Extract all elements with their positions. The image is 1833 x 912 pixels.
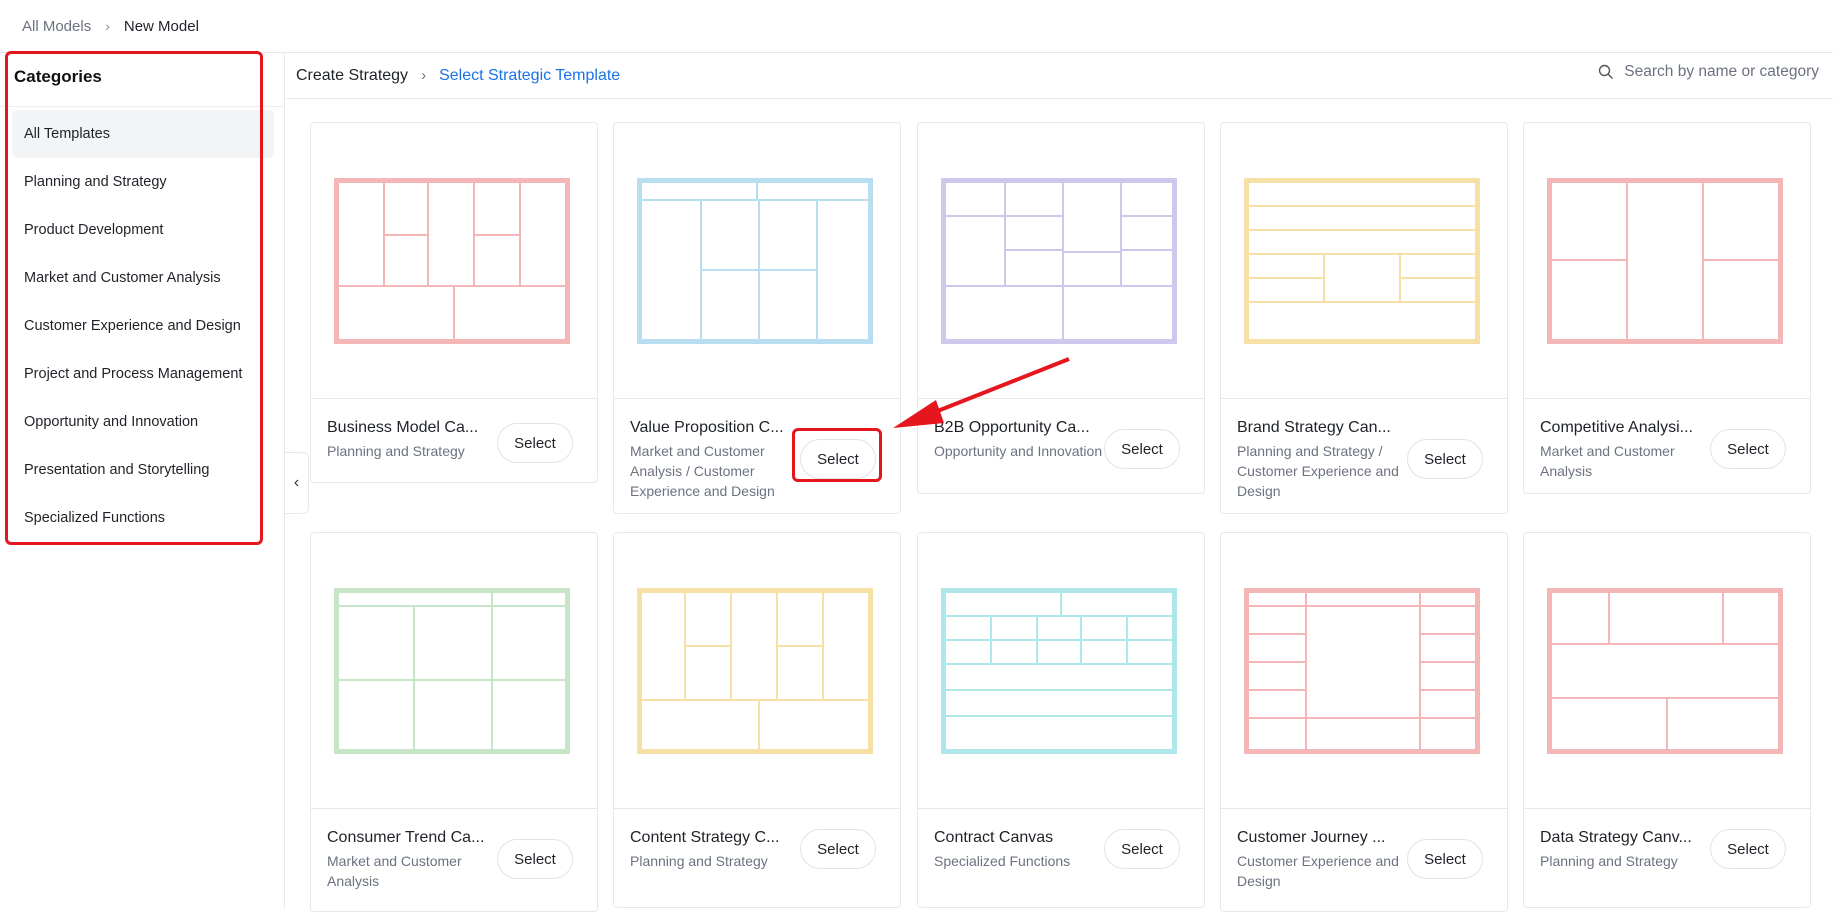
template-category: Opportunity and Innovation xyxy=(934,443,1103,459)
search-input[interactable]: Search by name or category xyxy=(1624,63,1819,81)
template-category: Market and Customer Analysis xyxy=(327,853,462,889)
template-name: Content Strategy C... xyxy=(630,829,780,846)
category-product-development[interactable]: Product Development xyxy=(12,206,274,254)
canvas-preview-image xyxy=(334,588,570,754)
select-button[interactable]: Select xyxy=(800,829,876,869)
select-button[interactable]: Select xyxy=(1104,429,1180,469)
breadcrumb-all-models[interactable]: All Models xyxy=(22,18,91,35)
template-category: Planning and Strategy xyxy=(630,853,768,869)
template-preview xyxy=(918,123,1204,399)
category-opportunity-and-innovation[interactable]: Opportunity and Innovation xyxy=(12,398,274,446)
categories-sidebar: Categories All Templates Planning and St… xyxy=(0,53,285,909)
step-select-template: Select Strategic Template xyxy=(439,66,621,84)
template-preview xyxy=(1524,123,1810,399)
canvas-preview-image xyxy=(637,588,873,754)
chevron-left-icon: ‹ xyxy=(293,474,300,491)
template-category: Planning and Strategy xyxy=(327,443,465,459)
select-button[interactable]: Select xyxy=(1710,429,1786,469)
template-category: Planning and Strategy xyxy=(1540,853,1678,869)
search-icon xyxy=(1599,64,1614,79)
template-name: Contract Canvas xyxy=(934,829,1054,846)
template-preview xyxy=(1221,123,1507,399)
category-planning-and-strategy[interactable]: Planning and Strategy xyxy=(12,158,274,206)
template-name: Data Strategy Canv... xyxy=(1540,829,1692,846)
select-button[interactable]: Select xyxy=(1710,829,1786,869)
template-category: Customer Experience and Design xyxy=(1237,853,1399,889)
canvas-preview-image xyxy=(941,588,1177,754)
template-card[interactable]: Competitive Analysi... Market and Custom… xyxy=(1523,122,1811,494)
canvas-preview-image xyxy=(334,178,570,344)
step-create-strategy[interactable]: Create Strategy xyxy=(296,67,408,85)
template-category: Market and Customer Analysis / Customer … xyxy=(630,443,775,499)
template-category: Planning and Strategy / Customer Experie… xyxy=(1237,443,1399,499)
category-customer-experience-and-design[interactable]: Customer Experience and Design xyxy=(12,302,274,350)
template-card[interactable]: Value Proposition C... Market and Custom… xyxy=(613,122,901,514)
template-card[interactable]: Contract Canvas Specialized Functions Se… xyxy=(917,532,1205,908)
select-button[interactable]: Select xyxy=(1407,439,1483,479)
canvas-preview-image xyxy=(1244,178,1480,344)
category-list: All Templates Planning and Strategy Prod… xyxy=(12,110,274,542)
chevron-right-icon: › xyxy=(421,67,427,84)
divider xyxy=(0,106,285,107)
category-all-templates[interactable]: All Templates xyxy=(12,110,274,158)
template-name: Competitive Analysi... xyxy=(1540,419,1693,436)
select-button[interactable]: Select xyxy=(1104,829,1180,869)
collapse-sidebar-button[interactable]: ‹ xyxy=(285,452,309,514)
template-preview xyxy=(311,533,597,809)
categories-title: Categories xyxy=(14,67,102,86)
search-box[interactable]: Search by name or category xyxy=(1598,63,1819,81)
template-name: Customer Journey ... xyxy=(1237,829,1386,846)
select-button[interactable]: Select xyxy=(497,839,573,879)
template-preview xyxy=(1221,533,1507,809)
category-specialized-functions[interactable]: Specialized Functions xyxy=(12,494,274,542)
canvas-preview-image xyxy=(637,178,873,344)
template-card[interactable]: Business Model Ca... Planning and Strate… xyxy=(310,122,598,483)
template-name: Business Model Ca... xyxy=(327,419,479,436)
chevron-right-icon: › xyxy=(105,18,110,34)
select-button[interactable]: Select xyxy=(1407,839,1483,879)
select-button[interactable]: Select xyxy=(800,439,876,479)
template-category: Market and Customer Analysis xyxy=(1540,443,1675,479)
canvas-preview-image xyxy=(1547,178,1783,344)
template-card[interactable]: Consumer Trend Ca... Market and Customer… xyxy=(310,532,598,912)
top-breadcrumb: All Models › New Model xyxy=(0,0,1833,53)
category-presentation-and-storytelling[interactable]: Presentation and Storytelling xyxy=(12,446,274,494)
template-name: B2B Opportunity Ca... xyxy=(934,419,1090,436)
template-card[interactable]: Customer Journey ... Customer Experience… xyxy=(1220,532,1508,912)
canvas-preview-image xyxy=(941,178,1177,344)
template-card[interactable]: B2B Opportunity Ca... Opportunity and In… xyxy=(917,122,1205,494)
main-header: Create Strategy › Select Strategic Templ… xyxy=(286,53,1833,99)
template-preview xyxy=(614,533,900,809)
template-name: Value Proposition C... xyxy=(630,419,784,436)
category-project-and-process-management[interactable]: Project and Process Management xyxy=(12,350,274,398)
template-name: Consumer Trend Ca... xyxy=(327,829,485,846)
select-button[interactable]: Select xyxy=(497,423,573,463)
template-preview xyxy=(614,123,900,399)
canvas-preview-image xyxy=(1244,588,1480,754)
template-category: Specialized Functions xyxy=(934,853,1071,869)
template-card[interactable]: Content Strategy C... Planning and Strat… xyxy=(613,532,901,908)
template-preview xyxy=(918,533,1204,809)
template-preview xyxy=(311,123,597,399)
breadcrumb-new-model: New Model xyxy=(123,17,199,35)
template-card[interactable]: Brand Strategy Can... Planning and Strat… xyxy=(1220,122,1508,514)
template-preview xyxy=(1524,533,1810,809)
category-market-and-customer-analysis[interactable]: Market and Customer Analysis xyxy=(12,254,274,302)
template-name: Brand Strategy Can... xyxy=(1237,419,1391,436)
canvas-preview-image xyxy=(1547,588,1783,754)
template-card[interactable]: Data Strategy Canv... Planning and Strat… xyxy=(1523,532,1811,908)
